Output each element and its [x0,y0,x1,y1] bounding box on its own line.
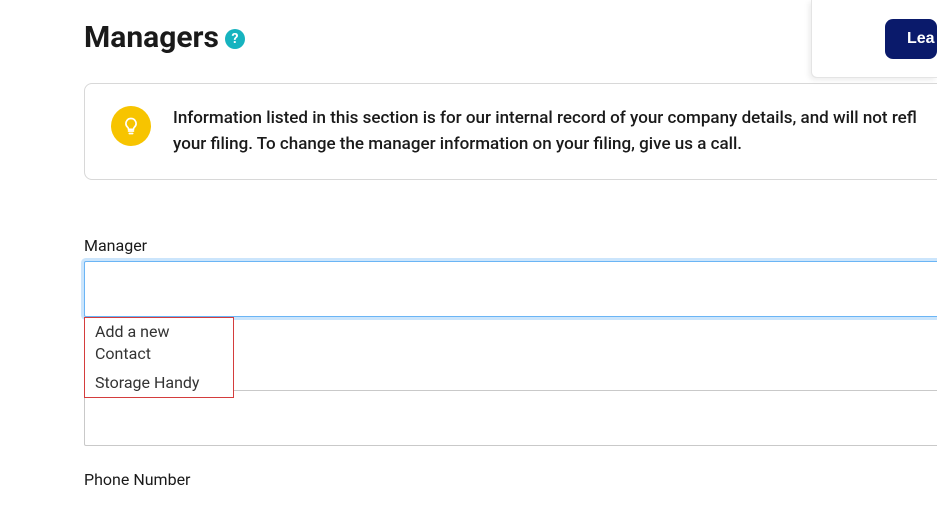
heading-row: Managers ? [84,20,937,55]
info-callout: Information listed in this section is fo… [84,83,937,180]
info-text: Information listed in this section is fo… [173,106,927,157]
dropdown-option-add-contact[interactable]: Add a new Contact [85,318,233,369]
manager-dropdown: Add a new Contact Storage Handy [84,317,234,398]
help-icon[interactable]: ? [225,29,245,49]
manager-field-group: Manager Add a new Contact Storage Handy … [84,236,937,489]
email-input[interactable] [84,390,937,446]
manager-input[interactable] [84,261,937,317]
manager-input-wrapper: Add a new Contact Storage Handy [84,261,937,317]
dropdown-option-contact[interactable]: Storage Handy [85,369,233,397]
lightbulb-icon [111,106,151,146]
phone-label: Phone Number [84,470,937,489]
manager-label: Manager [84,236,937,255]
page-title: Managers [84,20,219,55]
page-content: Managers ? Information listed in this se… [0,0,937,489]
